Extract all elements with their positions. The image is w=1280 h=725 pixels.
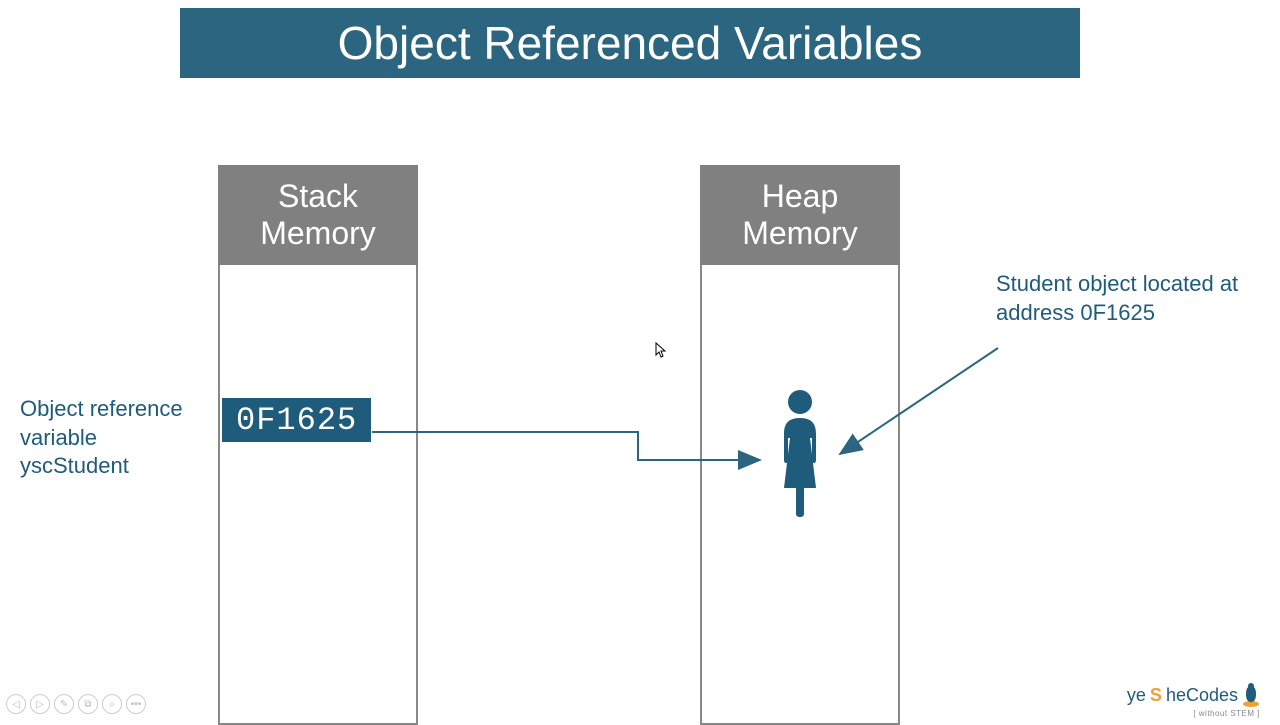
person-icon: [770, 388, 830, 518]
screen-button[interactable]: ⧉: [78, 694, 98, 714]
more-button[interactable]: •••: [126, 694, 146, 714]
logo-subtitle: [ without STEM ]: [1193, 709, 1260, 718]
buddha-icon: [1242, 682, 1260, 708]
brand-logo: yeSheCodes [ without STEM ]: [1127, 682, 1260, 708]
pen-button[interactable]: ✎: [54, 694, 74, 714]
slide-title: Object Referenced Variables: [180, 8, 1080, 78]
logo-text-post: heCodes: [1166, 685, 1238, 706]
right-annotation: Student object located at address 0F1625: [996, 270, 1246, 327]
stack-memory-header: Stack Memory: [218, 165, 418, 265]
left-annotation: Object reference variable yscStudent: [20, 395, 210, 481]
reference-arrows: [0, 0, 1280, 720]
stack-memory-body: [218, 265, 418, 725]
prev-button[interactable]: ◁: [6, 694, 26, 714]
heap-memory-header: Heap Memory: [700, 165, 900, 265]
zoom-button[interactable]: ⌕: [102, 694, 122, 714]
logo-text-s: S: [1150, 685, 1162, 706]
mouse-cursor-icon: [655, 342, 667, 358]
player-controls: ◁ ▷ ✎ ⧉ ⌕ •••: [6, 694, 146, 714]
play-button[interactable]: ▷: [30, 694, 50, 714]
logo-text-pre: ye: [1127, 685, 1146, 706]
stack-address-value: 0F1625: [222, 398, 371, 442]
